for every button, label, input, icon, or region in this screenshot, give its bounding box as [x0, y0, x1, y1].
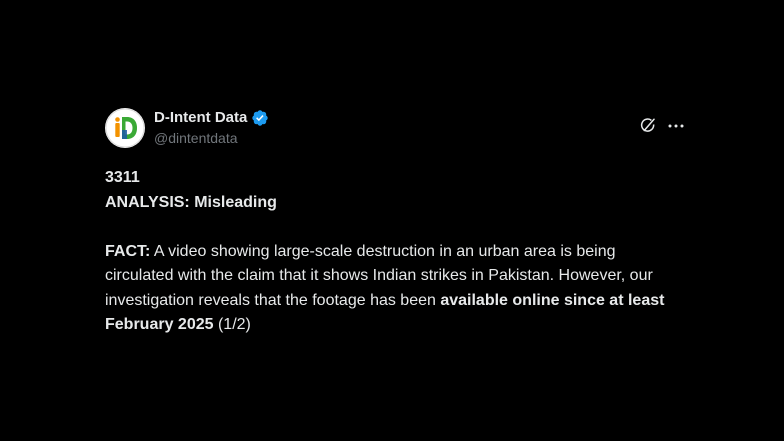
fact-text-end: (1/2): [213, 316, 251, 333]
author-handle[interactable]: @dintentdata: [154, 128, 269, 148]
post-id-line: 3311: [105, 169, 140, 186]
author-names: D-Intent Data @dintentdata: [154, 108, 269, 148]
name-row: D-Intent Data: [154, 108, 269, 128]
post-card: D-Intent Data @dintentdata 3311 ANALYSIS…: [105, 107, 685, 338]
post-header: D-Intent Data @dintentdata: [105, 107, 685, 149]
more-options-icon[interactable]: [667, 117, 685, 135]
post-actions: [639, 117, 685, 135]
analysis-line: ANALYSIS: Misleading: [105, 193, 277, 211]
author-display-name[interactable]: D-Intent Data: [154, 108, 247, 128]
d-intent-logo-icon: [105, 108, 145, 148]
verified-badge-icon[interactable]: [251, 109, 269, 127]
fact-paragraph: FACT: A video showing large-scale destru…: [105, 240, 685, 338]
post-text: 3311 ANALYSIS: Misleading FACT: A video …: [105, 166, 685, 338]
grok-icon[interactable]: [639, 117, 657, 135]
fact-label: FACT:: [105, 242, 151, 260]
avatar[interactable]: [105, 108, 145, 148]
